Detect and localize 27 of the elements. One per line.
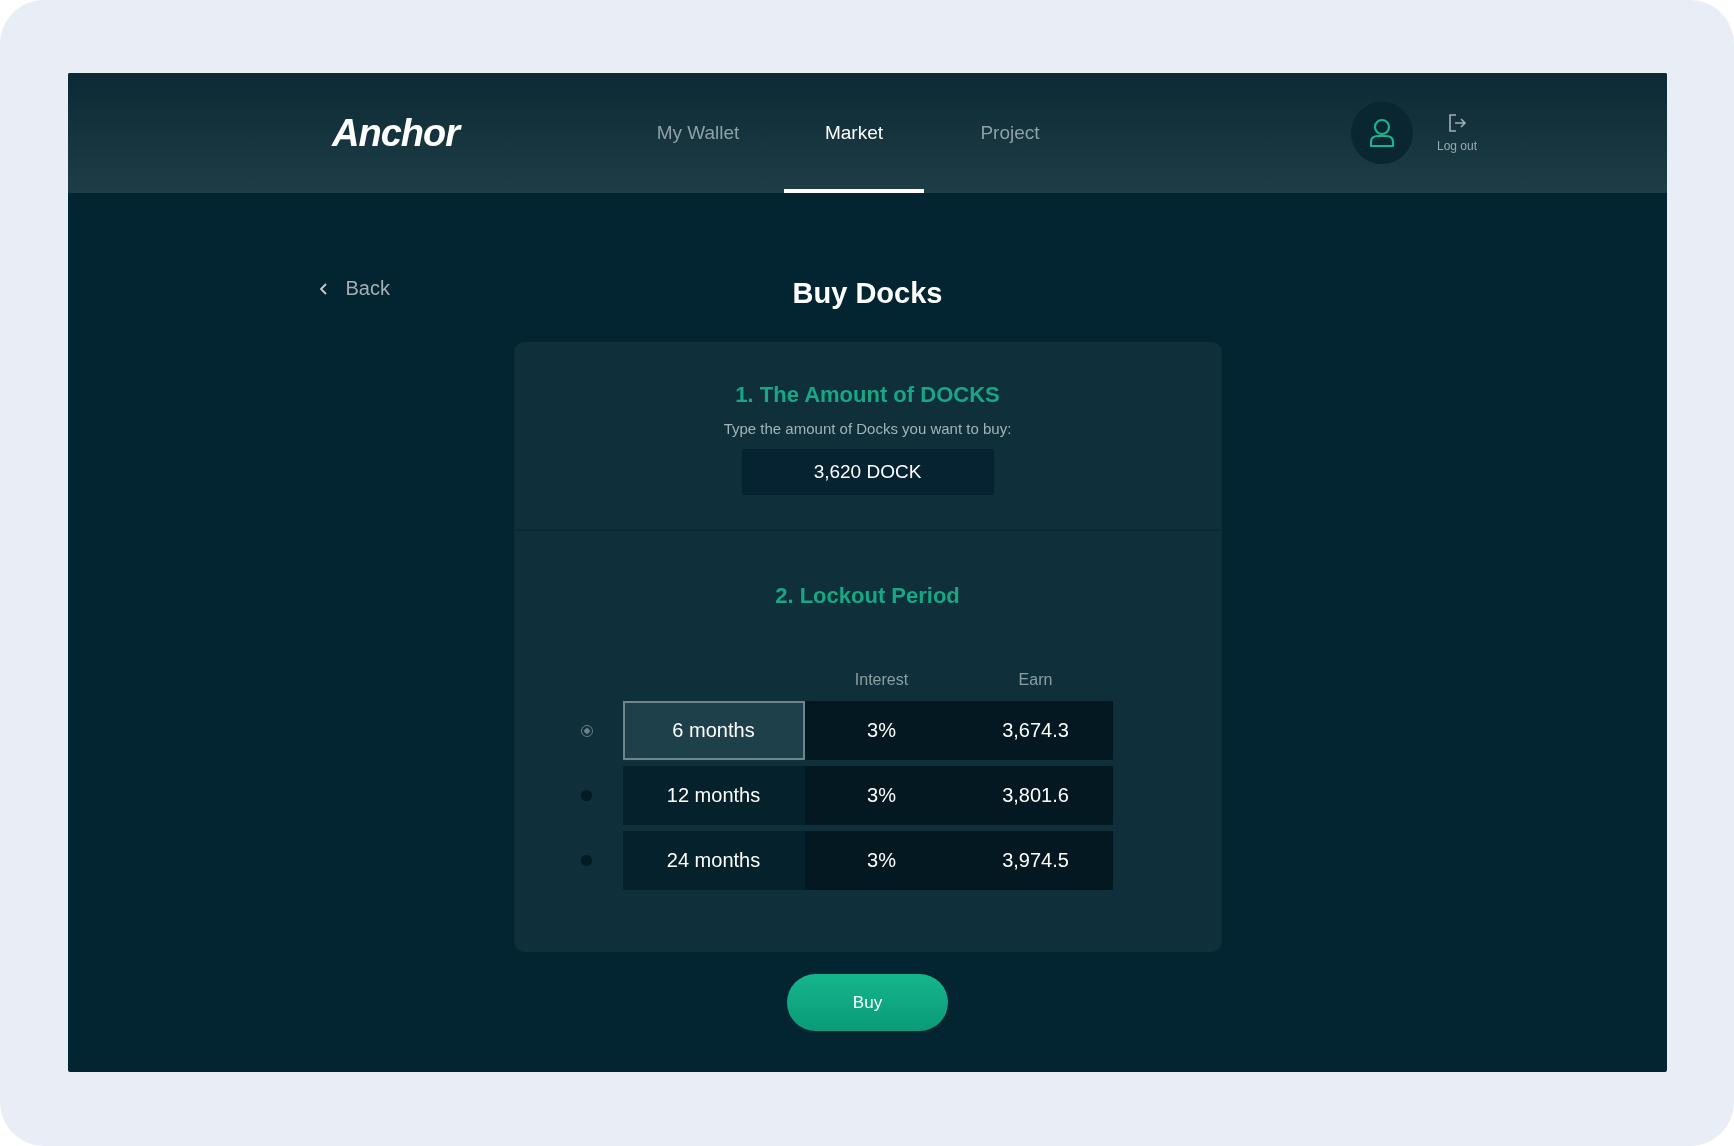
table-cell: 3% bbox=[804, 831, 959, 890]
period-option[interactable]: 12 months bbox=[622, 766, 805, 825]
table-cell: 3,674.3 bbox=[958, 701, 1113, 760]
table-cell: 3% bbox=[804, 701, 959, 760]
nav-tab[interactable]: Project bbox=[940, 73, 1080, 193]
logo: Anchor bbox=[332, 111, 462, 155]
page-title: Buy Docks bbox=[792, 277, 943, 310]
period-option[interactable]: 24 months bbox=[622, 831, 805, 890]
table-cell: 3,974.5 bbox=[958, 831, 1113, 890]
chevron-left-icon bbox=[318, 281, 328, 296]
section-heading: 2. Lockout Period bbox=[775, 583, 960, 609]
back-button[interactable]: Back bbox=[318, 277, 390, 300]
nav-tab[interactable]: My Wallet bbox=[628, 73, 768, 193]
table-cell: 3% bbox=[804, 766, 959, 825]
radio-button[interactable] bbox=[581, 790, 592, 801]
column-header: Earn bbox=[1017, 671, 1054, 690]
section-heading: 1. The Amount of DOCKS bbox=[735, 382, 1000, 408]
logout-button[interactable]: Log out bbox=[1436, 113, 1477, 153]
table-cell: 3,801.6 bbox=[958, 766, 1113, 825]
nav-tab[interactable]: Market bbox=[784, 73, 924, 193]
instruction-text: Type the amount of Docks you want to buy: bbox=[723, 420, 1012, 437]
column-header: Interest bbox=[853, 671, 910, 690]
logout-icon bbox=[1446, 113, 1467, 133]
amount-input[interactable]: 3,620 DOCK bbox=[741, 449, 994, 495]
radio-button[interactable] bbox=[581, 855, 592, 866]
radio-button[interactable] bbox=[580, 724, 593, 737]
period-option[interactable]: 6 months bbox=[622, 701, 805, 760]
